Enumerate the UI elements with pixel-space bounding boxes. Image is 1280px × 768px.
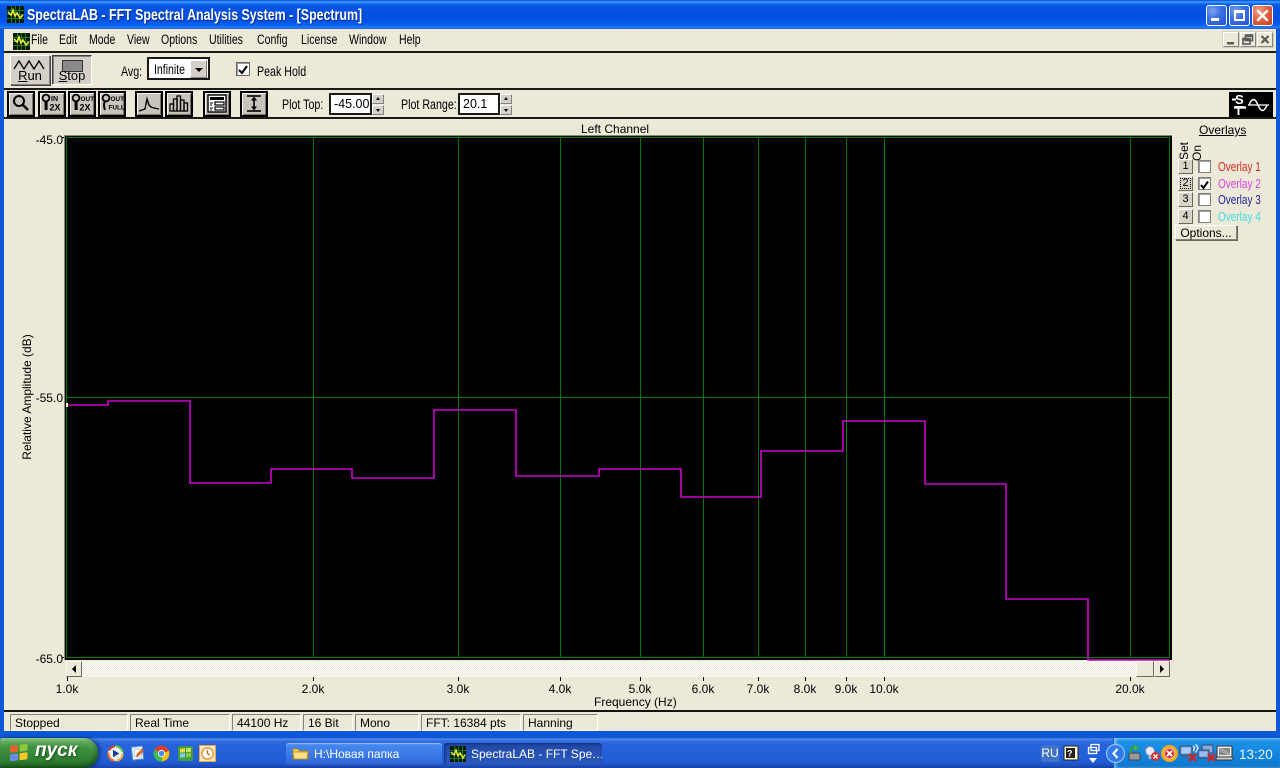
svg-text:2X: 2X: [80, 103, 91, 113]
svg-text:OUT: OUT: [111, 96, 125, 103]
svg-text:2X: 2X: [50, 103, 61, 113]
svg-text:?: ?: [1067, 749, 1073, 759]
svg-text:T: T: [1235, 103, 1243, 117]
svg-text:FULL: FULL: [109, 105, 125, 112]
